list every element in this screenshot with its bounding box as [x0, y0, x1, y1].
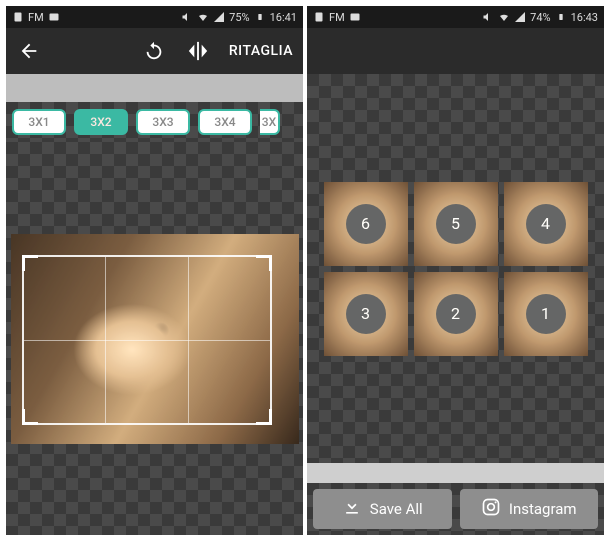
rotate-button[interactable] [141, 38, 167, 64]
fm-label: FM [28, 11, 44, 24]
crop-canvas[interactable] [10, 209, 300, 469]
tile-5[interactable]: 5 [414, 182, 498, 266]
crop-canvas-area [6, 142, 303, 535]
tile-4[interactable]: 4 [504, 182, 588, 266]
battery-icon [254, 11, 266, 23]
image-icon [349, 11, 361, 23]
spacer-strip [6, 74, 303, 102]
tile-number: 2 [436, 294, 476, 334]
sim-icon [313, 11, 325, 23]
crop-handle-tr[interactable] [256, 255, 272, 271]
back-button[interactable] [16, 38, 42, 64]
tile-number: 6 [346, 204, 386, 244]
tile-grid: 6 5 4 3 2 1 [324, 182, 588, 356]
save-all-label: Save All [370, 500, 423, 518]
mute-icon [181, 11, 193, 23]
mute-icon [482, 11, 494, 23]
tile-3[interactable]: 3 [324, 272, 408, 356]
grid-option-3x4[interactable]: 3X4 [198, 109, 252, 135]
clock: 16:41 [270, 11, 297, 24]
signal-icon [213, 11, 225, 23]
wifi-icon [498, 11, 510, 23]
signal-icon [514, 11, 526, 23]
grid-option-3x5[interactable]: 3X [260, 109, 280, 135]
crop-handle-tl[interactable] [22, 255, 38, 271]
sim-icon [12, 11, 24, 23]
flip-button[interactable] [185, 38, 211, 64]
instagram-label: Instagram [509, 500, 577, 518]
fm-label: FM [329, 11, 345, 24]
image-icon [48, 11, 60, 23]
battery-pct: 74% [530, 11, 550, 24]
tile-6[interactable]: 6 [324, 182, 408, 266]
grid-option-3x1[interactable]: 3X1 [12, 109, 66, 135]
crop-action[interactable]: RITAGLIA [229, 43, 293, 59]
crop-handle-bl[interactable] [22, 409, 38, 425]
crop-toolbar: RITAGLIA [6, 28, 303, 74]
battery-pct: 75% [229, 11, 249, 24]
result-toolbar [307, 28, 604, 74]
spacer-strip [307, 463, 604, 483]
screen-crop: FM 75% 16:41 RITAGLIA 3X1 3X2 3X3 3X4 3X [6, 6, 303, 535]
tile-number: 5 [436, 204, 476, 244]
tile-number: 1 [526, 294, 566, 334]
tile-2[interactable]: 2 [414, 272, 498, 356]
grid-size-options: 3X1 3X2 3X3 3X4 3X [6, 102, 303, 142]
grid-option-3x2[interactable]: 3X2 [74, 109, 128, 135]
tile-number: 4 [526, 204, 566, 244]
battery-icon [555, 11, 567, 23]
download-icon [342, 497, 362, 521]
bottom-actions: Save All Instagram [307, 483, 604, 535]
crop-frame[interactable] [22, 255, 272, 425]
save-all-button[interactable]: Save All [313, 489, 452, 529]
tile-1[interactable]: 1 [504, 272, 588, 356]
status-bar-left: FM 75% 16:41 [6, 6, 303, 28]
wifi-icon [197, 11, 209, 23]
tile-number: 3 [346, 294, 386, 334]
tile-preview-area: 6 5 4 3 2 1 [307, 74, 604, 463]
instagram-icon [481, 497, 501, 521]
crop-handle-br[interactable] [256, 409, 272, 425]
screen-result: FM 74% 16:43 6 5 4 3 2 1 Save All Instag… [307, 6, 604, 535]
grid-option-3x3[interactable]: 3X3 [136, 109, 190, 135]
clock: 16:43 [571, 11, 598, 24]
instagram-button[interactable]: Instagram [460, 489, 599, 529]
status-bar-right: FM 74% 16:43 [307, 6, 604, 28]
